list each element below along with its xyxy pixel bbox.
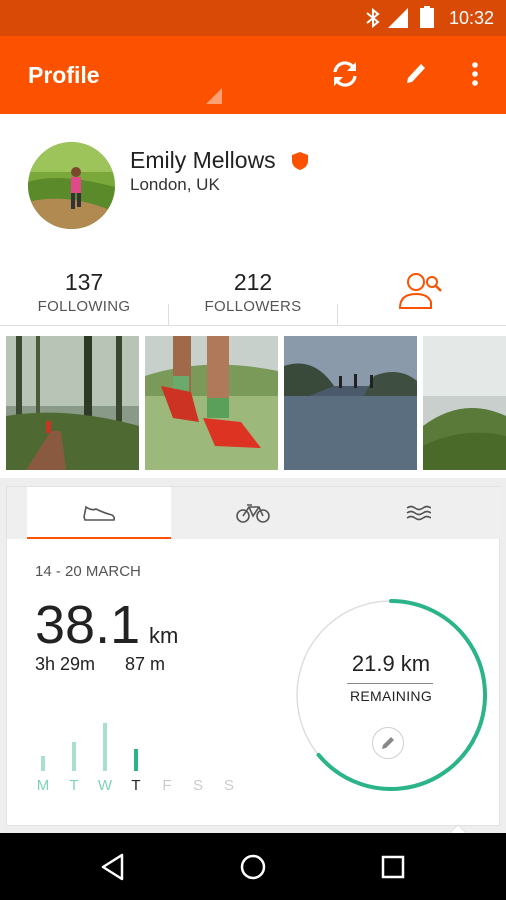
remaining-distance: 21.9 km [351, 651, 431, 676]
back-button[interactable] [95, 849, 131, 885]
profile-header: Emily Mellows London, UK [0, 114, 506, 254]
followers-stat[interactable]: 212 FOLLOWERS [169, 268, 337, 317]
corner-triangle-icon [206, 88, 222, 104]
day-bar [72, 742, 76, 771]
weekly-time: 3h 29m [35, 654, 96, 674]
bike-icon [236, 504, 270, 523]
athlete-location: London, UK [130, 175, 220, 194]
sync-button[interactable] [325, 54, 365, 94]
pencil-icon [407, 64, 425, 83]
recents-button[interactable] [375, 849, 411, 885]
avatar-photo [28, 142, 115, 229]
recents-icon [381, 855, 405, 879]
sport-tabs [7, 487, 501, 539]
following-stat[interactable]: 137 FOLLOWING [0, 268, 168, 317]
day-labels: MTWTFSS [35, 777, 235, 797]
back-icon [101, 853, 124, 881]
sync-icon [333, 61, 357, 87]
day-label: T [131, 777, 141, 794]
followers-count: 212 [233, 269, 273, 295]
day-bar [134, 749, 138, 771]
following-count: 137 [64, 269, 104, 295]
tab-underline [27, 537, 171, 539]
more-vertical-icon [472, 62, 478, 86]
pencil-icon [382, 737, 394, 749]
avatar[interactable] [28, 142, 115, 229]
photo-running-shoes[interactable] [145, 336, 278, 470]
tab-spacer [7, 487, 27, 539]
remaining-divider [347, 683, 433, 684]
edit-goal-button[interactable] [372, 727, 404, 759]
day-label: F [162, 777, 172, 794]
following-label: FOLLOWING [37, 298, 131, 315]
home-icon [240, 854, 266, 880]
photo-lake-runners[interactable] [284, 336, 417, 470]
tab-ride[interactable] [171, 487, 335, 539]
edit-profile-button[interactable] [396, 54, 436, 94]
day-label: S [223, 777, 234, 794]
signal-icon [388, 8, 408, 28]
tab-run[interactable] [27, 487, 171, 539]
week-range: 14 - 20 MARCH [35, 563, 141, 580]
system-nav-bar [0, 833, 506, 900]
followers-label: FOLLOWERS [204, 298, 302, 315]
battery-icon [420, 6, 434, 28]
home-button[interactable] [235, 849, 271, 885]
bluetooth-icon [366, 7, 380, 29]
day-label: T [69, 777, 79, 794]
page-title: Profile [28, 62, 100, 88]
day-bar [41, 756, 45, 771]
profile-screen: 10:32 Profile Emily Mellows London, UK 1… [0, 0, 506, 900]
photo-strip [0, 336, 506, 470]
tab-swim[interactable] [335, 487, 501, 539]
status-time: 10:32 [448, 8, 494, 28]
activity-summary-area: 14 - 20 MARCH 38.1 km 3h 29m 87 m M T W T F S… [0, 478, 506, 833]
photo-misty-hills[interactable] [423, 336, 506, 470]
app-bar: Profile [0, 36, 506, 114]
day-label: M [36, 777, 50, 794]
day-bar [103, 723, 107, 771]
stat-divider [337, 304, 338, 326]
remaining-label: REMAINING [349, 688, 433, 704]
weekly-distance: 38.1 [35, 595, 141, 655]
photo-forest-trail[interactable] [6, 336, 139, 470]
overflow-menu-button[interactable] [455, 54, 495, 94]
day-label: W [97, 777, 113, 794]
find-friends-icon[interactable] [398, 268, 446, 312]
day-label: S [192, 777, 203, 794]
shoe-icon [83, 505, 116, 521]
weekly-activity-card: 14 - 20 MARCH 38.1 km 3h 29m 87 m M T W T F S… [6, 486, 501, 826]
athlete-name: Emily Mellows [130, 147, 276, 173]
distance-unit: km [149, 623, 179, 648]
swim-icon [406, 505, 431, 521]
status-bar: 10:32 [0, 0, 506, 36]
weekly-elevation: 87 m [125, 654, 166, 674]
social-stats: 137 FOLLOWING 212 FOLLOWERS [0, 254, 506, 326]
premium-shield-icon [292, 152, 308, 170]
daily-bars [35, 701, 235, 771]
